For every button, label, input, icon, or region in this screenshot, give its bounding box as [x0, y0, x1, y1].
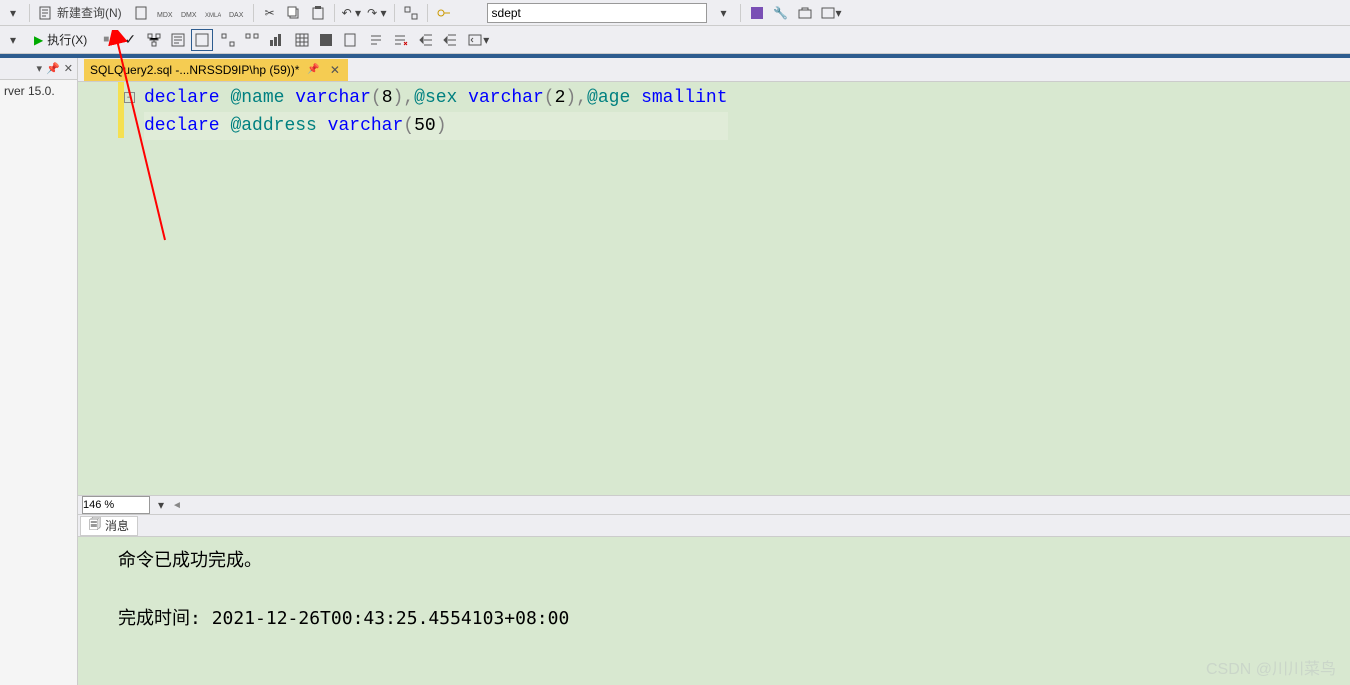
tab-title: SQLQuery2.sql -...NRSSD9IP\hp (59))*	[90, 63, 299, 77]
svg-text:DMX: DMX	[181, 12, 197, 19]
svg-text:MDX: MDX	[157, 12, 173, 19]
pin-icon[interactable]: 📌	[46, 62, 60, 75]
dropdown-icon[interactable]: ▾	[2, 2, 24, 24]
check-icon: ✓	[124, 31, 136, 48]
execute-label: 执行(X)	[47, 31, 87, 48]
sqlcmd-icon[interactable]: ▾	[465, 29, 491, 51]
stats-icon[interactable]	[265, 29, 287, 51]
svg-text:XMLA: XMLA	[205, 13, 221, 19]
window-icon[interactable]: ▾	[818, 2, 844, 24]
dmx-icon[interactable]: DMX	[178, 2, 200, 24]
plan-icon-2[interactable]	[217, 29, 239, 51]
play-icon: ▶	[34, 33, 43, 47]
toolbar-main: ▾ 新建查询(N) MDX DMX XMLA DAX ✂ ↶ ▾ ↷ ▾ ▾ 🔧…	[0, 0, 1350, 26]
toolbar-query: ▾ ▶ 执行(X) ■ ✓ ▾	[0, 26, 1350, 54]
results-text-icon[interactable]	[167, 29, 189, 51]
comment-icon[interactable]	[365, 29, 387, 51]
stop-button[interactable]: ■	[95, 29, 117, 51]
results-pane: 🗐 消息 命令已成功完成。 完成时间: 2021-12-26T00:43:25.…	[78, 515, 1350, 685]
uncomment-icon[interactable]	[389, 29, 411, 51]
file-icon	[37, 5, 53, 21]
stop-icon: ■	[103, 34, 109, 45]
object-explorer: ▾ 📌 ✕ rver 15.0.	[0, 58, 78, 685]
dropdown-2-icon[interactable]: ▾	[2, 29, 24, 51]
plan-icon-3[interactable]	[241, 29, 263, 51]
fold-icon[interactable]: −	[124, 92, 135, 103]
cut-icon[interactable]: ✂	[259, 2, 281, 24]
results-tab-row: 🗐 消息	[78, 515, 1350, 537]
panel-header: ▾ 📌 ✕	[0, 58, 77, 80]
svg-text:DAX: DAX	[229, 12, 244, 19]
zoom-select[interactable]	[82, 496, 150, 514]
messages-body[interactable]: 命令已成功完成。 完成时间: 2021-12-26T00:43:25.45541…	[78, 537, 1350, 685]
parse-button[interactable]: ✓	[119, 29, 141, 51]
code-area[interactable]: declare @name varchar(8),@sex varchar(2)…	[140, 82, 732, 495]
ext-icon-1[interactable]	[746, 2, 768, 24]
fold-strip: −	[124, 82, 140, 495]
execute-button[interactable]: ▶ 执行(X)	[28, 29, 93, 51]
dax-icon[interactable]: DAX	[226, 2, 248, 24]
main-area: SQLQuery2.sql -...NRSSD9IP\hp (59))* 📌 ✕…	[78, 58, 1350, 685]
db-dropdown-icon[interactable]: ▾	[713, 2, 735, 24]
grid-result-icon[interactable]	[291, 29, 313, 51]
tab-close-icon[interactable]: ✕	[328, 63, 342, 77]
outdent-icon[interactable]	[439, 29, 461, 51]
tab-sqlquery[interactable]: SQLQuery2.sql -...NRSSD9IP\hp (59))* 📌 ✕	[84, 59, 348, 81]
file-icon-1[interactable]	[130, 2, 152, 24]
tab-row: SQLQuery2.sql -...NRSSD9IP\hp (59))* 📌 ✕	[78, 58, 1350, 82]
indent-icon[interactable]	[415, 29, 437, 51]
file-result-icon[interactable]	[339, 29, 361, 51]
completion-time: 完成时间: 2021-12-26T00:43:25.4554103+08:00	[118, 605, 1310, 634]
plan-icon-1[interactable]	[143, 29, 165, 51]
database-select[interactable]	[487, 3, 707, 23]
sql-editor[interactable]: − declare @name varchar(8),@sex varchar(…	[78, 82, 1350, 495]
xmla-icon[interactable]: XMLA	[202, 2, 224, 24]
wrench-icon[interactable]: 🔧	[770, 2, 792, 24]
tree-item[interactable]: rver 15.0.	[0, 80, 77, 102]
results-grid-icon[interactable]	[191, 29, 213, 51]
scroll-left-icon[interactable]: ◄	[172, 500, 182, 511]
zoom-row: ▾ ◄	[78, 495, 1350, 515]
zoom-dropdown-icon[interactable]: ▾	[154, 494, 168, 516]
new-query-label: 新建查询(N)	[53, 4, 126, 21]
new-query-button[interactable]: 新建查询(N)	[35, 2, 128, 24]
grid-result-icon-2[interactable]	[315, 29, 337, 51]
mdx-icon[interactable]: MDX	[154, 2, 176, 24]
tab-pin-icon[interactable]: 📌	[307, 64, 319, 75]
key-icon[interactable]	[433, 2, 455, 24]
messages-tab-label: 消息	[105, 517, 129, 534]
briefcase-icon[interactable]	[794, 2, 816, 24]
undo-icon[interactable]: ↶ ▾	[340, 2, 363, 24]
messages-tab[interactable]: 🗐 消息	[80, 516, 138, 536]
minimize-icon[interactable]: ▾	[37, 62, 43, 75]
success-message: 命令已成功完成。	[118, 547, 1310, 576]
paste-icon[interactable]	[307, 2, 329, 24]
watermark: CSDN @川川菜鸟	[1206, 655, 1336, 679]
copy-icon[interactable]	[283, 2, 305, 24]
messages-icon: 🗐	[89, 515, 101, 536]
gutter	[78, 82, 118, 495]
diagram-icon[interactable]	[400, 2, 422, 24]
close-panel-icon[interactable]: ✕	[64, 62, 73, 75]
redo-icon[interactable]: ↷ ▾	[365, 2, 388, 24]
